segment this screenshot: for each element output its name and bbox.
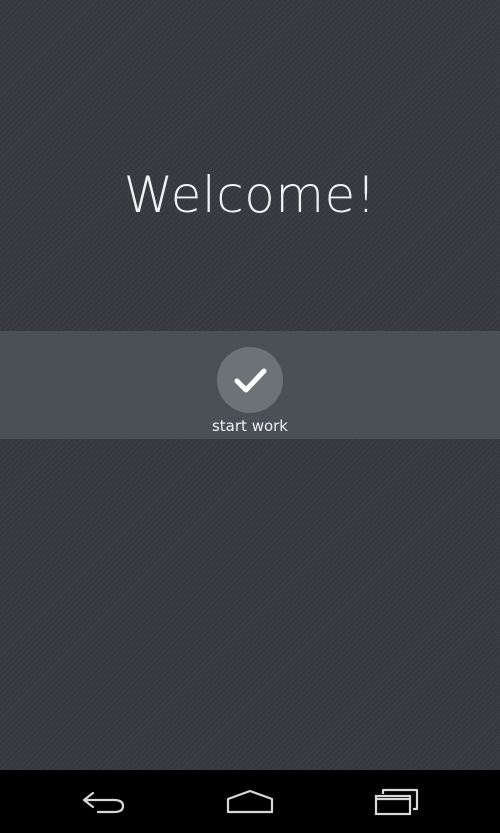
back-button[interactable] <box>64 780 144 824</box>
checkmark-button-circle[interactable] <box>217 347 283 413</box>
app-content-area: Welcome! start work <box>0 0 500 770</box>
checkmark-icon <box>234 368 267 393</box>
app-screen: Welcome! start work <box>0 0 500 833</box>
navigation-bar <box>0 770 500 833</box>
home-icon <box>226 789 274 814</box>
recent-apps-button[interactable] <box>357 780 437 824</box>
start-work-button[interactable]: start work <box>200 347 300 437</box>
back-icon <box>82 791 125 814</box>
welcome-title: Welcome! <box>123 166 377 224</box>
recent-apps-icon <box>374 788 419 816</box>
action-band: start work <box>0 331 500 439</box>
home-button[interactable] <box>210 780 290 824</box>
start-work-label: start work <box>211 417 288 435</box>
